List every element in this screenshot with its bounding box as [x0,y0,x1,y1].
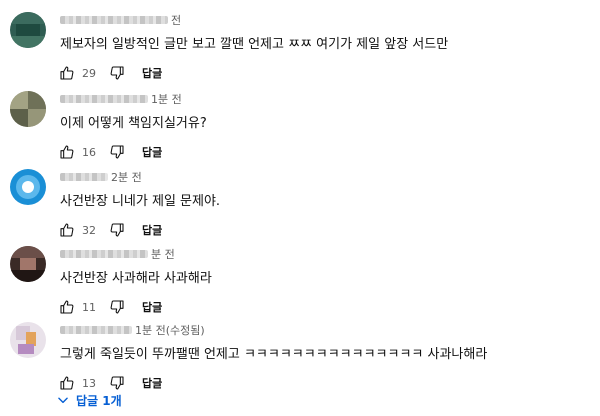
comment-meta: 2분 전 [60,169,142,185]
author-name-blurred[interactable] [60,250,148,258]
comment-item: 2분 전 사건반장 니네가 제일 문제야. 32 답글 [0,169,600,249]
thumb-down-icon[interactable] [106,296,128,318]
replies-count-label: 답글 1개 [76,393,122,408]
comment-meta: 1분 전 [60,91,182,107]
comment-actions: 32 답글 [56,219,162,241]
avatar[interactable] [10,246,46,282]
avatar[interactable] [10,169,46,205]
avatar[interactable] [10,322,46,358]
comment-time: 1분 전 [151,93,182,106]
reply-button[interactable]: 답글 [142,375,162,391]
comment-meta: 전 [60,12,181,28]
comment-time: 전 [171,14,182,27]
comment-actions: 29 답글 [56,62,162,84]
reply-button[interactable]: 답글 [142,144,162,160]
comment-text: 이제 어떻게 책임지실거유? [60,116,207,131]
thumb-up-icon[interactable] [56,141,78,163]
chevron-down-icon [58,397,68,404]
reply-button[interactable]: 답글 [142,65,162,81]
thumb-up-icon[interactable] [56,62,78,84]
thumb-down-icon[interactable] [106,219,128,241]
comment-item: 분 전 사건반장 사과해라 사과해라 11 답글 [0,246,600,326]
comment-time: 1분 전(수정됨) [135,324,205,337]
comment-item: 1분 전 이제 어떻게 책임지실거유? 16 답글 [0,91,600,171]
like-count: 29 [82,66,96,80]
author-name-blurred[interactable] [60,173,108,181]
like-count: 16 [82,145,96,159]
comment-meta: 분 전 [60,246,175,262]
comment-text: 사건반장 사과해라 사과해라 [60,271,212,286]
thumb-up-icon[interactable] [56,296,78,318]
reply-button[interactable]: 답글 [142,299,162,315]
avatar[interactable] [10,91,46,127]
comment-item: 전 제보자의 일방적인 글만 보고 깔땐 언제고 ㅉㅉ 여기가 제일 앞장 서드… [0,12,600,92]
like-count: 32 [82,223,96,237]
author-name-blurred[interactable] [60,95,148,103]
reply-button[interactable]: 답글 [142,222,162,238]
author-name-blurred[interactable] [60,326,132,334]
comment-text: 사건반장 니네가 제일 문제야. [60,194,221,209]
comment-actions: 11 답글 [56,296,162,318]
comment-time: 2분 전 [111,171,142,184]
thumb-down-icon[interactable] [106,62,128,84]
avatar[interactable] [10,12,46,48]
thumb-down-icon[interactable] [106,141,128,163]
like-count: 13 [82,376,96,390]
comment-actions: 16 답글 [56,141,162,163]
comment-meta: 1분 전(수정됨) [60,322,205,338]
comment-text: 그렇게 죽일듯이 뚜까팰땐 언제고 ㅋㅋㅋㅋㅋㅋㅋㅋㅋㅋㅋㅋㅋㅋㅋ 사과나해라 [60,347,488,362]
like-count: 11 [82,300,96,314]
thumb-up-icon[interactable] [56,219,78,241]
comment-text: 제보자의 일방적인 글만 보고 깔땐 언제고 ㅉㅉ 여기가 제일 앞장 서드만 [60,37,449,52]
author-name-blurred[interactable] [60,16,168,24]
comment-time: 분 전 [151,248,175,261]
view-replies-button[interactable]: 답글 1개 [56,390,122,410]
